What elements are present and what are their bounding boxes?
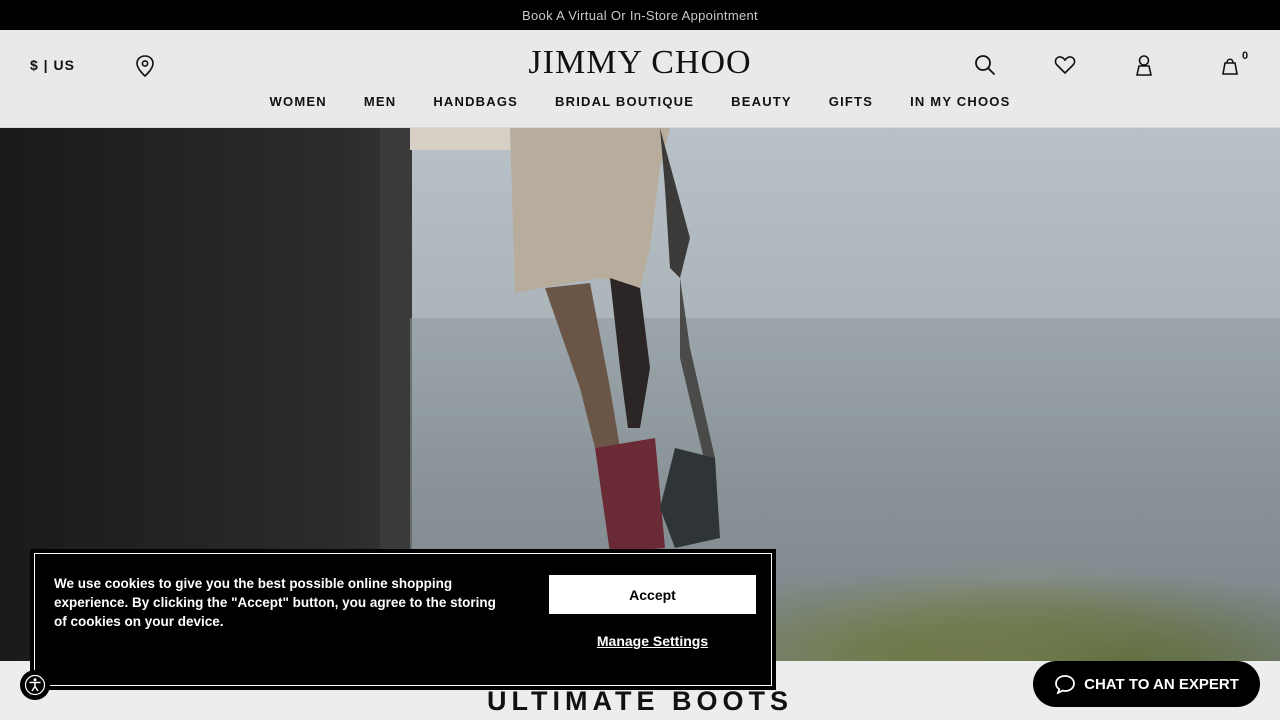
heart-icon[interactable] [1054,54,1076,76]
chat-to-expert-button[interactable]: CHAT TO AN EXPERT [1033,661,1260,707]
accept-cookies-button[interactable]: Accept [549,575,756,614]
search-icon[interactable] [974,54,996,76]
nav-item-gifts[interactable]: GIFTS [829,94,873,109]
site-header: $ | US JIMMY CHOO 0 WOMEN MEN HANDBAGS B… [0,30,1280,128]
announcement-text[interactable]: Book A Virtual Or In-Store Appointment [522,8,758,23]
chat-bubble-icon [1055,675,1076,694]
hero-plants [760,558,1280,661]
bag-icon[interactable] [1219,54,1241,76]
account-icon[interactable] [1133,54,1155,76]
announcement-bar[interactable]: Book A Virtual Or In-Store Appointment [0,0,1280,30]
cookie-banner: We use cookies to give you the best poss… [30,549,776,690]
nav-item-in-my-choos[interactable]: IN MY CHOOS [910,94,1010,109]
nav-item-handbags[interactable]: HANDBAGS [433,94,518,109]
accessibility-icon [24,674,46,696]
cookie-message: We use cookies to give you the best poss… [54,576,496,629]
brand-logo[interactable]: JIMMY CHOO [0,44,1280,82]
nav-item-beauty[interactable]: BEAUTY [731,94,792,109]
nav-item-men[interactable]: MEN [364,94,397,109]
accessibility-button[interactable] [20,670,50,700]
manage-settings-link[interactable]: Manage Settings [549,633,756,649]
main-navigation: WOMEN MEN HANDBAGS BRIDAL BOUTIQUE BEAUT… [0,94,1280,109]
nav-item-bridal-boutique[interactable]: BRIDAL BOUTIQUE [555,94,694,109]
cart-count-badge: 0 [1242,50,1249,62]
nav-item-women[interactable]: WOMEN [270,94,327,109]
chat-label: CHAT TO AN EXPERT [1084,675,1239,693]
